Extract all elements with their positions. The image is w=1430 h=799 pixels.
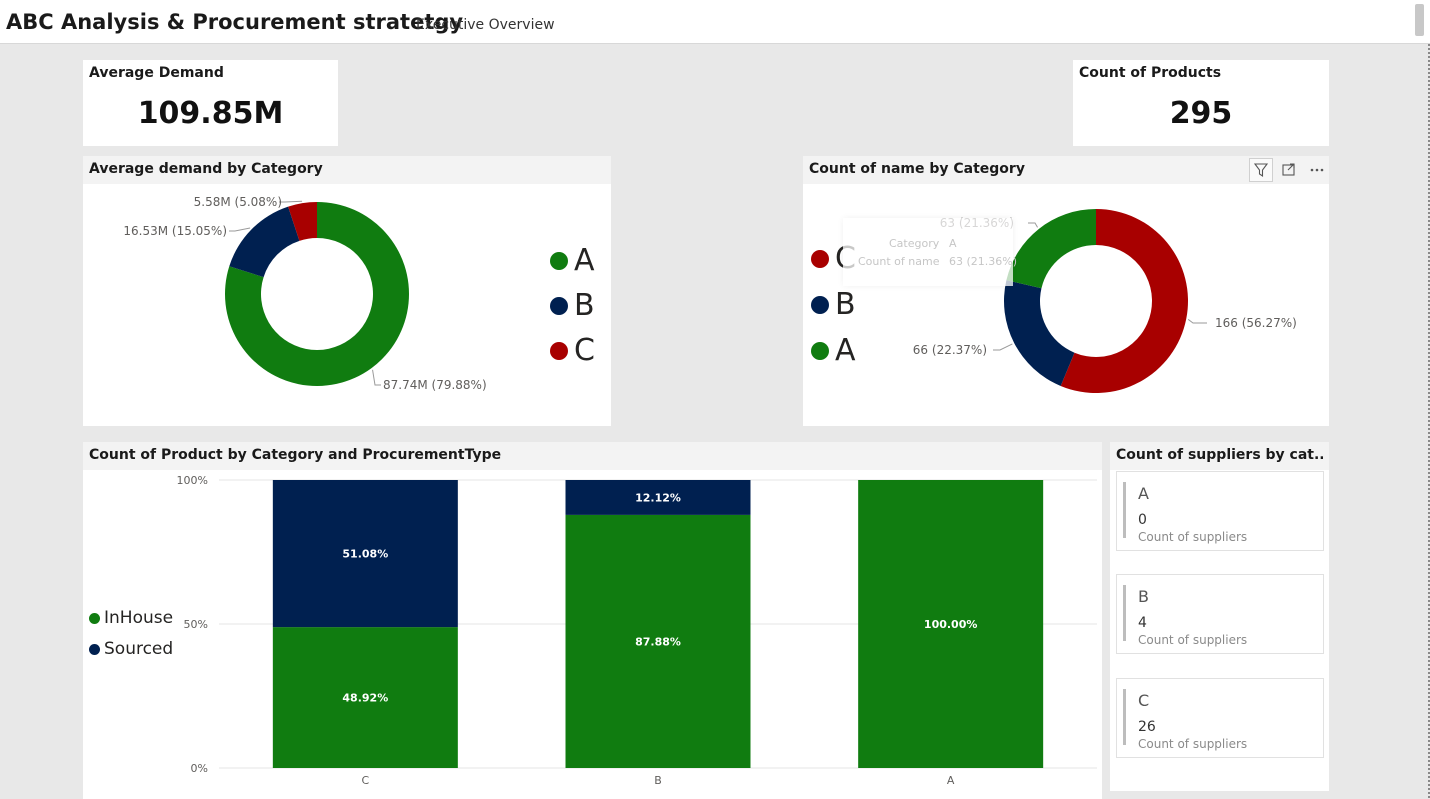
tooltip-value: A xyxy=(949,237,957,250)
x-tick-label: A xyxy=(947,774,955,787)
kpi-label: Average Demand xyxy=(89,65,224,81)
card-accent-bar xyxy=(1123,689,1126,745)
stacked-bar-chart: 0% 50% 100% 48.92% 51.08% C 87.88% 12.12% B 100.0… xyxy=(177,474,1097,787)
supplier-label: Count of suppliers xyxy=(1138,530,1248,544)
legend-marker xyxy=(811,296,829,314)
legend-marker xyxy=(811,342,829,360)
bar-data-label: 100.00% xyxy=(924,618,977,631)
donut-chart: 166 (56.27%) 66 (22.37%) 63 (21.36%) xyxy=(913,209,1297,393)
supplier-category: C xyxy=(1138,691,1150,710)
tooltip-value: 63 (21.36%) xyxy=(949,255,1018,268)
supplier-label: Count of suppliers xyxy=(1138,737,1248,751)
y-tick-label: 50% xyxy=(184,618,208,631)
panel-header: Count of suppliers by cat... xyxy=(1110,442,1329,470)
data-label-leader xyxy=(993,343,1013,351)
kpi-card-count-products[interactable]: Count of Products 295 xyxy=(1073,60,1329,146)
data-label-leader xyxy=(372,369,381,386)
legend-label: B xyxy=(574,288,595,323)
kpi-label: Count of Products xyxy=(1079,65,1222,81)
data-label-leader xyxy=(1028,222,1038,228)
chart-average-demand-by-category[interactable]: Average demand by Category 87.74M (79.88… xyxy=(83,156,611,426)
legend-label: C xyxy=(574,333,595,368)
legend-label: A xyxy=(835,333,856,368)
card-accent-bar xyxy=(1123,585,1126,641)
bar-data-label: 51.08% xyxy=(342,548,388,561)
legend-item-a[interactable]: A xyxy=(550,246,595,276)
page-title: ABC Analysis & Procurement stratetgy xyxy=(6,10,464,34)
donut-slice-a[interactable] xyxy=(1006,209,1096,289)
tooltip-key: Count of name xyxy=(858,255,940,268)
supplier-count: 0 xyxy=(1138,512,1147,528)
supplier-label: Count of suppliers xyxy=(1138,633,1248,647)
legend-item-b[interactable]: B xyxy=(550,291,595,321)
data-label-leader xyxy=(229,227,251,232)
legend-marker xyxy=(550,252,568,270)
donut-slice-b[interactable] xyxy=(229,206,300,278)
legend-label: B xyxy=(835,287,856,322)
y-tick-label: 100% xyxy=(177,474,208,487)
card-accent-bar xyxy=(1123,482,1126,538)
page-subtitle: Executive Overview xyxy=(416,17,555,33)
x-tick-label: C xyxy=(361,774,369,787)
chart-tooltip: Category A Count of name 63 (21.36%) xyxy=(843,218,1017,286)
bar-data-label: 87.88% xyxy=(635,635,681,648)
kpi-card-average-demand[interactable]: Average Demand 109.85M xyxy=(83,60,338,146)
data-label: 66 (22.37%) xyxy=(913,343,987,357)
supplier-category: A xyxy=(1138,484,1149,503)
data-label: 16.53M (15.05%) xyxy=(123,224,227,238)
supplier-card-a[interactable]: A 0 Count of suppliers xyxy=(1116,471,1324,551)
supplier-category: B xyxy=(1138,587,1149,606)
x-tick-label: B xyxy=(654,774,662,787)
legend-item-a[interactable]: A xyxy=(811,336,856,366)
chart-count-product-by-category-procurement[interactable]: Count of Product by Category and Procure… xyxy=(83,442,1102,799)
bar-data-label: 48.92% xyxy=(342,692,388,705)
supplier-count: 4 xyxy=(1138,615,1147,631)
kpi-value: 295 xyxy=(1169,96,1233,131)
kpi-value: 109.85M xyxy=(137,96,284,131)
data-label: 87.74M (79.88%) xyxy=(383,378,487,392)
legend-item-b[interactable]: B xyxy=(811,290,856,320)
bar-data-label: 12.12% xyxy=(635,491,681,504)
y-tick-label: 0% xyxy=(191,762,208,775)
scrollbar-thumb[interactable] xyxy=(1415,4,1424,36)
legend-marker xyxy=(811,250,829,268)
legend-label: A xyxy=(574,243,595,278)
legend-item-c[interactable]: C xyxy=(550,336,595,366)
data-label: 5.58M (5.08%) xyxy=(194,195,282,209)
legend-marker xyxy=(550,297,568,315)
report-header: ABC Analysis & Procurement stratetgy Exe… xyxy=(0,0,1430,44)
supplier-card-b[interactable]: B 4 Count of suppliers xyxy=(1116,574,1324,654)
legend-marker xyxy=(550,342,568,360)
chart-count-of-name-by-category[interactable]: Count of name by Category 166 (56.27%) 66… xyxy=(803,156,1329,426)
supplier-count: 26 xyxy=(1138,719,1156,735)
donut-slice-b[interactable] xyxy=(1004,280,1075,386)
supplier-card-c[interactable]: C 26 Count of suppliers xyxy=(1116,678,1324,758)
panel-title: Count of suppliers by cat... xyxy=(1116,447,1323,463)
tooltip-key: Category xyxy=(889,237,940,250)
data-label: 166 (56.27%) xyxy=(1215,316,1297,330)
data-label-leader xyxy=(279,200,303,203)
data-label-leader xyxy=(1187,318,1207,324)
donut-chart: 87.74M (79.88%) 16.53M (15.05%) 5.58M (5.0… xyxy=(123,195,487,392)
